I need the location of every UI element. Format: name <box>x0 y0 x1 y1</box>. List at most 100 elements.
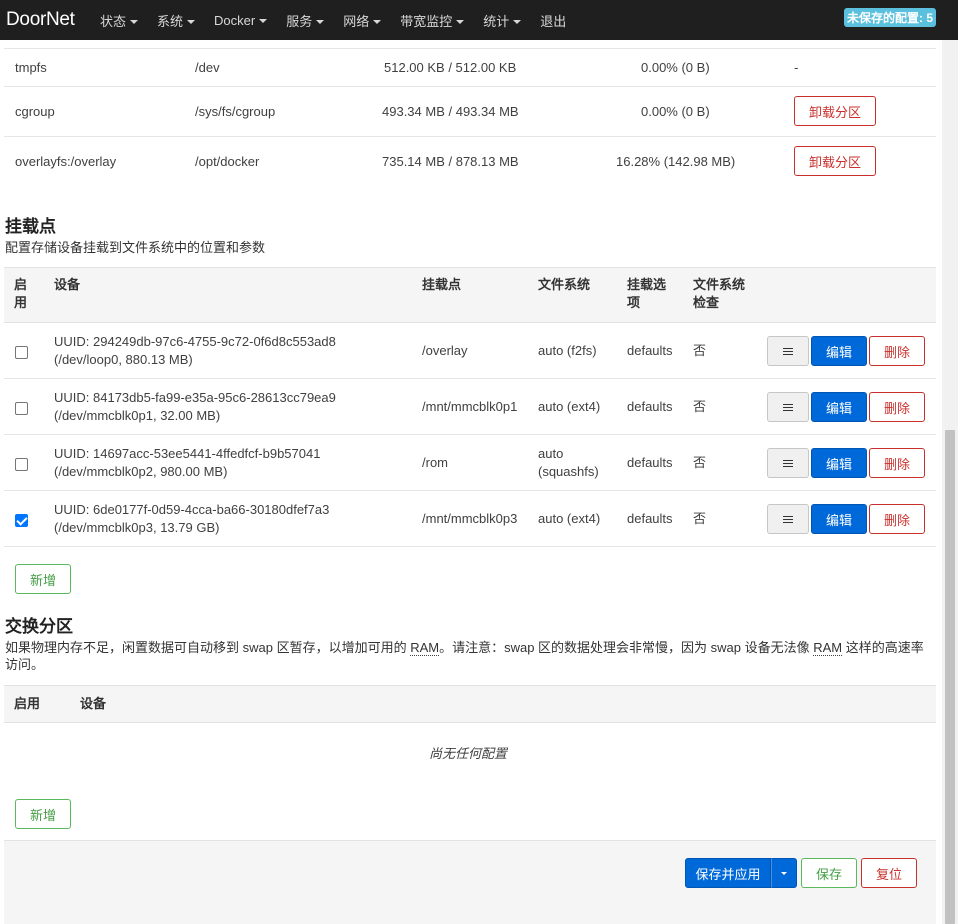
edit-button[interactable]: 编辑 <box>811 392 867 422</box>
brand-logo[interactable]: DoorNet <box>0 9 100 31</box>
fs-name: cgroup <box>15 104 55 119</box>
form-actions-bar: 保存并应用 保存 复位 <box>4 840 936 924</box>
section-title-mount-points: 挂载点 <box>5 217 56 236</box>
swap-desc-line1: 如果物理内存不足，闲置数据可自动移到 swap 区暂存，以增加可用的 RAM。请… <box>5 639 935 656</box>
fs-name: tmpfs <box>15 60 47 75</box>
fs-usage: 735.14 MB / 878.13 MB <box>382 154 519 169</box>
fs-mountpoint: /sys/fs/cgroup <box>195 104 276 119</box>
enabled-checkbox[interactable] <box>15 402 28 415</box>
caret-down-icon <box>513 20 522 25</box>
save-apply-dropdown-toggle[interactable] <box>771 858 797 888</box>
device-path: (/dev/mmcblk0p2, 980.00 MB) <box>54 464 228 479</box>
header-swap-enabled: 启用 <box>14 696 41 711</box>
header-mountpoint: 挂载点 <box>422 277 462 292</box>
mountpoint-cell: /mnt/mmcblk0p1 <box>422 399 518 414</box>
swap-desc-text: 这样的高速率 <box>842 640 924 655</box>
header-enabled-line2: 用 <box>14 295 28 310</box>
top-navbar: DoorNet 状态 系统 Docker 服务 网络 带宽监控 统计 退出 未保… <box>0 0 958 40</box>
device-uuid: UUID: 6de0177f-0d59-4cca-ba66-30180dfef7… <box>54 502 330 517</box>
hamburger-icon <box>783 403 793 411</box>
enabled-checkbox[interactable] <box>15 458 28 471</box>
fs-action-none: - <box>794 60 799 75</box>
filesystem-line2: (squashfs) <box>538 464 599 479</box>
device-path: (/dev/mmcblk0p3, 13.79 GB) <box>54 520 220 535</box>
delete-button[interactable]: 删除 <box>869 336 925 366</box>
mounted-fs-row: overlayfs:/overlay /opt/docker 735.14 MB… <box>0 137 936 186</box>
reorder-button[interactable] <box>767 392 809 422</box>
enabled-checkbox[interactable] <box>15 514 28 527</box>
section-desc-mount-points: 配置存储设备挂载到文件系统中的位置和参数 <box>5 240 266 255</box>
filesystem-cell: auto (ext4) <box>538 399 601 414</box>
delete-button[interactable]: 删除 <box>869 504 925 534</box>
edit-button[interactable]: 编辑 <box>811 336 867 366</box>
unsaved-changes-badge[interactable]: 未保存的配置: 5 <box>843 8 936 27</box>
mount-row: UUID: 14697acc-53ee5441-4ffedfcf-b9b5704… <box>4 435 936 491</box>
device-uuid: UUID: 294249db-97c6-4755-9c72-0f6d8c553a… <box>54 334 336 349</box>
menu-network-label: 网络 <box>343 13 370 29</box>
filesystem-cell: auto (squashfs) <box>538 445 599 481</box>
reorder-button[interactable] <box>767 336 809 366</box>
edit-button[interactable]: 编辑 <box>811 448 867 478</box>
reorder-button[interactable] <box>767 504 809 534</box>
enabled-checkbox[interactable] <box>15 346 28 359</box>
header-fsck-line2: 检查 <box>693 295 720 310</box>
add-swap-button[interactable]: 新增 <box>15 799 71 829</box>
header-swap-device: 设备 <box>80 696 107 711</box>
reorder-button[interactable] <box>767 448 809 478</box>
menu-system[interactable]: 系统 <box>157 11 196 30</box>
delete-button[interactable]: 删除 <box>869 448 925 478</box>
save-apply-button[interactable]: 保存并应用 <box>685 858 771 888</box>
header-fsck: 文件系统 检查 <box>693 276 745 312</box>
fsck-cell: 否 <box>693 399 707 414</box>
fs-name: overlayfs:/overlay <box>15 154 117 169</box>
section-desc-swap: 如果物理内存不足，闲置数据可自动移到 swap 区暂存，以增加可用的 RAM。请… <box>5 639 935 673</box>
swap-desc-line2: 访问。 <box>5 657 45 672</box>
menu-services[interactable]: 服务 <box>286 11 325 30</box>
device-uuid: UUID: 14697acc-53ee5441-4ffedfcf-b9b5704… <box>54 446 321 461</box>
menu-docker[interactable]: Docker <box>214 12 268 28</box>
mountpoint-cell: /mnt/mmcblk0p3 <box>422 511 518 526</box>
device-path: (/dev/mmcblk0p1, 32.00 MB) <box>54 408 221 423</box>
unmount-button[interactable]: 卸载分区 <box>794 96 876 126</box>
mounted-fs-row: tmpfs /dev 512.00 KB / 512.00 KB 0.00% (… <box>0 48 936 87</box>
menu-logout[interactable]: 退出 <box>540 11 566 30</box>
page-scrollbar[interactable] <box>942 40 958 924</box>
unmount-button[interactable]: 卸载分区 <box>794 146 876 176</box>
fsck-cell: 否 <box>693 343 707 358</box>
menu-bandwidth-label: 带宽监控 <box>400 13 453 29</box>
delete-button[interactable]: 删除 <box>869 392 925 422</box>
options-cell: defaults <box>627 511 673 526</box>
menu-bandwidth[interactable]: 带宽监控 <box>400 11 465 30</box>
mounted-fs-row: cgroup /sys/fs/cgroup 493.34 MB / 493.34… <box>0 87 936 136</box>
menu-network[interactable]: 网络 <box>343 11 382 30</box>
add-mount-button[interactable]: 新增 <box>15 564 71 594</box>
mountpoint-cell: /overlay <box>422 343 468 358</box>
fs-percent: 0.00% (0 B) <box>641 60 710 75</box>
device-cell: UUID: 14697acc-53ee5441-4ffedfcf-b9b5704… <box>54 445 320 481</box>
options-cell: defaults <box>627 455 673 470</box>
header-device: 设备 <box>54 277 81 292</box>
swap-desc-text: 。请注意：swap 区的数据处理会非常慢，因为 swap 设备无法像 <box>439 640 814 655</box>
mount-row: UUID: 6de0177f-0d59-4cca-ba66-30180dfef7… <box>4 491 936 547</box>
menu-statistics[interactable]: 统计 <box>483 11 522 30</box>
header-options-line1: 挂载选 <box>627 277 667 292</box>
filesystem-cell: auto (f2fs) <box>538 343 597 358</box>
menu-logout-label: 退出 <box>540 13 567 29</box>
device-cell: UUID: 6de0177f-0d59-4cca-ba66-30180dfef7… <box>54 501 329 537</box>
hamburger-icon <box>783 515 793 523</box>
menu-statistics-label: 统计 <box>483 13 510 29</box>
reset-button[interactable]: 复位 <box>861 858 917 888</box>
main-menu: 状态 系统 Docker 服务 网络 带宽监控 统计 退出 <box>100 11 585 30</box>
save-button[interactable]: 保存 <box>801 858 857 888</box>
scrollbar-thumb[interactable] <box>945 430 955 924</box>
menu-status[interactable]: 状态 <box>100 11 139 30</box>
options-cell: defaults <box>627 343 673 358</box>
fs-usage: 512.00 KB / 512.00 KB <box>384 60 517 75</box>
menu-docker-label: Docker <box>214 12 256 28</box>
hamburger-icon <box>783 347 793 355</box>
header-filesystem: 文件系统 <box>538 277 591 292</box>
device-cell: UUID: 84173db5-fa99-e35a-95c6-28613cc79e… <box>54 389 336 425</box>
edit-button[interactable]: 编辑 <box>811 504 867 534</box>
mount-row: UUID: 84173db5-fa99-e35a-95c6-28613cc79e… <box>4 379 936 435</box>
menu-status-label: 状态 <box>100 13 127 29</box>
